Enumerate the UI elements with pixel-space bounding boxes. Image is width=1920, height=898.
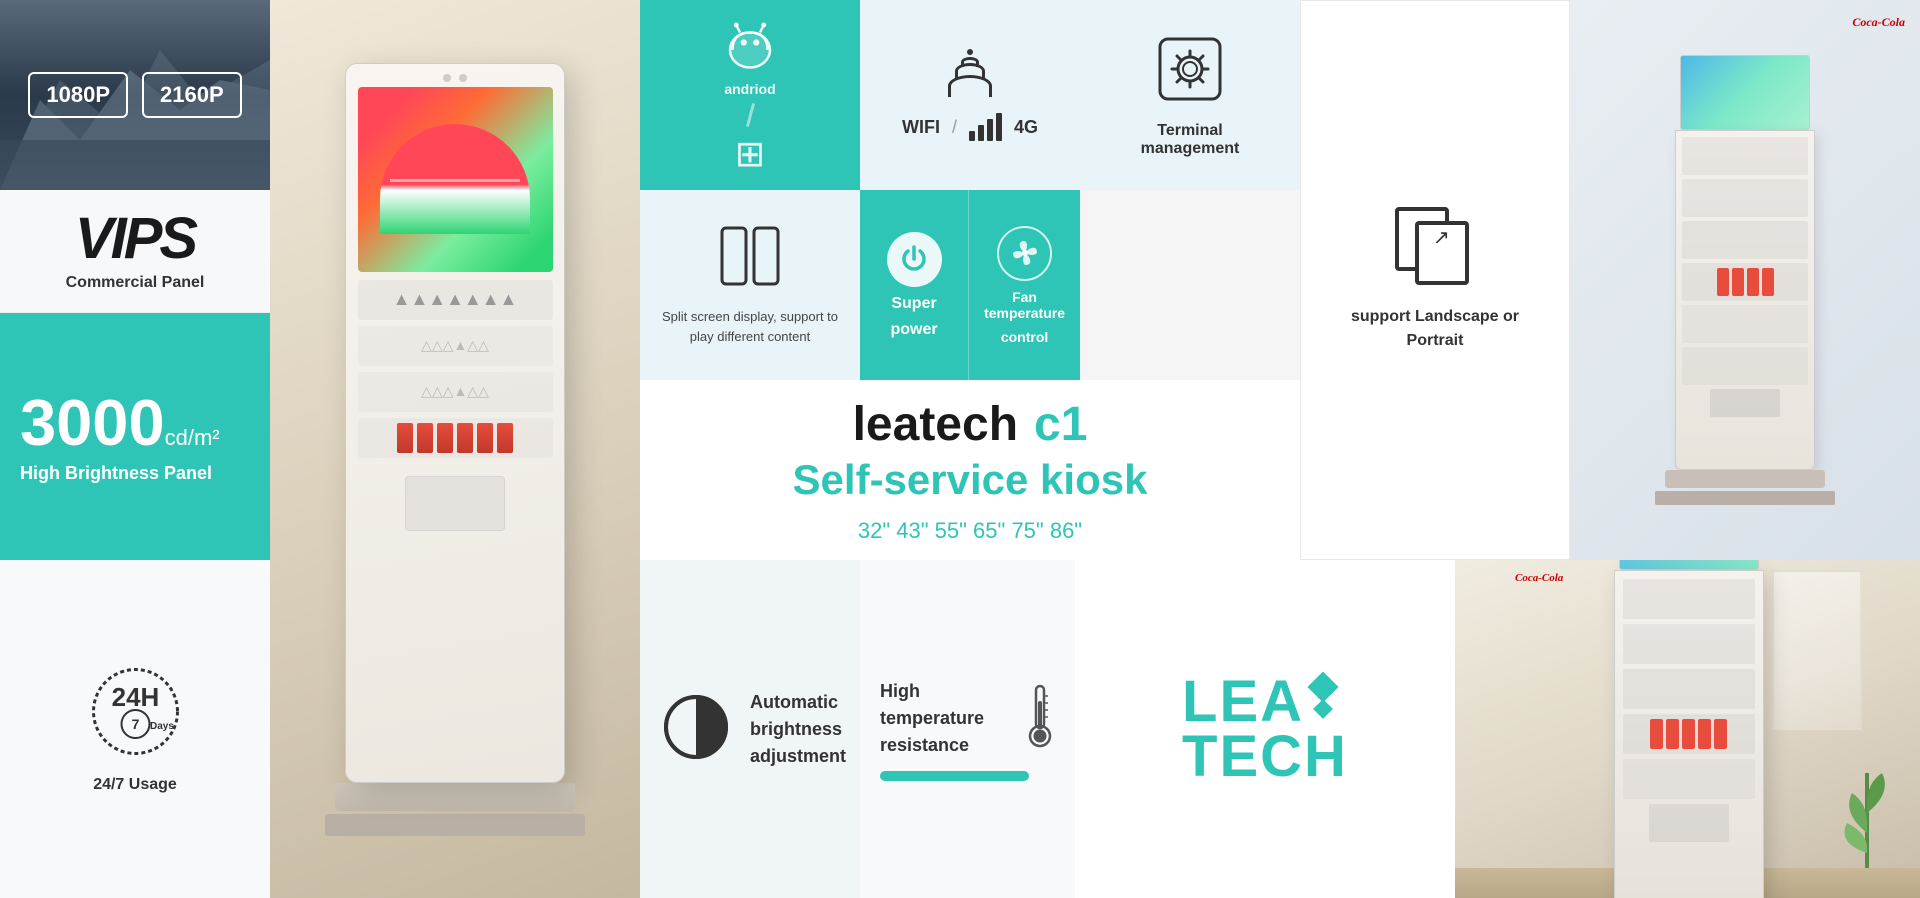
lea-text: LEA <box>1182 674 1304 729</box>
usage-clock-icon: 24H 7 Days <box>88 664 183 764</box>
brightness-label: High Brightness Panel <box>20 463 250 484</box>
kiosk-in-room: Coca-Cola <box>1596 560 1781 898</box>
fan-temp-label: Fan temperature <box>984 289 1065 321</box>
gear-icon <box>1154 33 1226 110</box>
svg-text:Days: Days <box>150 721 174 732</box>
super-label: Super <box>891 295 936 313</box>
android-icon <box>718 15 782 75</box>
temp-progress-bar <box>880 771 1029 781</box>
kiosk-photo-1 <box>1655 55 1835 505</box>
features-column: 1080P 2160P VIPS Commercial Panel 3000cd… <box>0 0 270 560</box>
coca-cola-badge: Coca-Cola <box>1852 15 1905 30</box>
ips-logo: VIPS <box>75 210 195 268</box>
ips-panel-section: VIPS Commercial Panel <box>0 190 270 313</box>
fan-icon <box>997 226 1052 281</box>
product-brand-model: leatech c1 <box>853 397 1088 452</box>
brightness-number: 3000cd/m² <box>20 390 250 455</box>
orientation-label: support Landscape or Portrait <box>1321 305 1549 353</box>
temp-control-label: control <box>1001 329 1048 345</box>
brand-name: leatech <box>853 397 1018 452</box>
product-photo-right-2: Coca-Cola <box>1455 560 1920 898</box>
resolution-1080p: 1080P <box>28 72 128 118</box>
power-circle-icon <box>887 232 942 287</box>
split-screen-box: Split screen display, support to play di… <box>640 190 860 380</box>
leatech-logo: LEA TECH <box>1182 674 1348 784</box>
orientation-icon: ↗ <box>1395 207 1475 287</box>
split-screen-desc: Split screen display, support to play di… <box>655 307 845 346</box>
slash-divider <box>745 103 754 127</box>
terminal-box: Terminal management <box>1080 0 1300 190</box>
android-label: andriod <box>724 81 775 97</box>
tech-text: TECH <box>1182 729 1348 784</box>
high-temp-label: High temperature resistance <box>880 678 1010 759</box>
os-box: andriod ⊞ <box>640 0 860 190</box>
half-circle-icon <box>660 691 732 768</box>
wifi-label: WIFI / 4G <box>902 113 1038 141</box>
orientation-cell: ↗ support Landscape or Portrait <box>1300 0 1570 560</box>
auto-brightness-label: Automatic brightness adjustment <box>750 689 846 770</box>
svg-text:24H: 24H <box>111 682 159 712</box>
empty-spacer <box>1080 190 1300 380</box>
model-name: c1 <box>1034 397 1087 452</box>
product-photo-right-1: Coca-Cola <box>1570 0 1920 560</box>
high-temp-cell: High temperature resistance <box>860 560 1075 898</box>
kiosk-3d-model: ▲▲▲▲▲▲▲ △△△▲△△ △△△▲△△ <box>325 63 585 836</box>
product-image-main: ▲▲▲▲▲▲▲ △△△▲△△ △△△▲△△ <box>270 0 640 898</box>
usage-cell: 24H 7 Days 24/7 Usage <box>0 560 270 898</box>
product-info-center: leatech c1 Self-service kiosk 32" 43" 55… <box>640 380 1300 560</box>
power-label: power <box>890 321 937 339</box>
super-power-half: Super power <box>860 190 968 380</box>
wifi-icon <box>948 49 992 97</box>
product-sizes: 32" 43" 55" 65" 75" 86" <box>858 518 1082 544</box>
split-screen-icon <box>720 224 780 293</box>
brightness-section: 3000cd/m² High Brightness Panel <box>0 313 270 560</box>
fan-temp-half: Fan temperature control <box>968 190 1080 380</box>
resolution-section: 1080P 2160P <box>0 0 270 190</box>
product-type: Self-service kiosk <box>793 456 1148 504</box>
resolution-2160p: 2160P <box>142 72 242 118</box>
svg-text:7: 7 <box>131 716 139 732</box>
auto-brightness-cell: Automatic brightness adjustment <box>640 560 860 898</box>
connectivity-box: WIFI / 4G <box>860 0 1080 190</box>
resolution-badges: 1080P 2160P <box>28 72 241 118</box>
super-fan-box: Super power Fan temperature control <box>860 190 1080 380</box>
signal-bars <box>969 113 1002 141</box>
high-temp-content: High temperature resistance <box>880 678 1055 759</box>
usage-label: 24/7 Usage <box>93 776 177 794</box>
commercial-panel-label: Commercial Panel <box>66 274 205 292</box>
diamond-decoration <box>1312 676 1334 716</box>
leatech-logo-cell: LEA TECH <box>1075 560 1455 898</box>
terminal-title: Terminal management <box>1141 122 1240 158</box>
thermometer-icon <box>1025 681 1055 756</box>
windows-icon: ⊞ <box>735 133 765 175</box>
specs-grid: andriod ⊞ WIFI / 4G <box>640 0 1300 560</box>
